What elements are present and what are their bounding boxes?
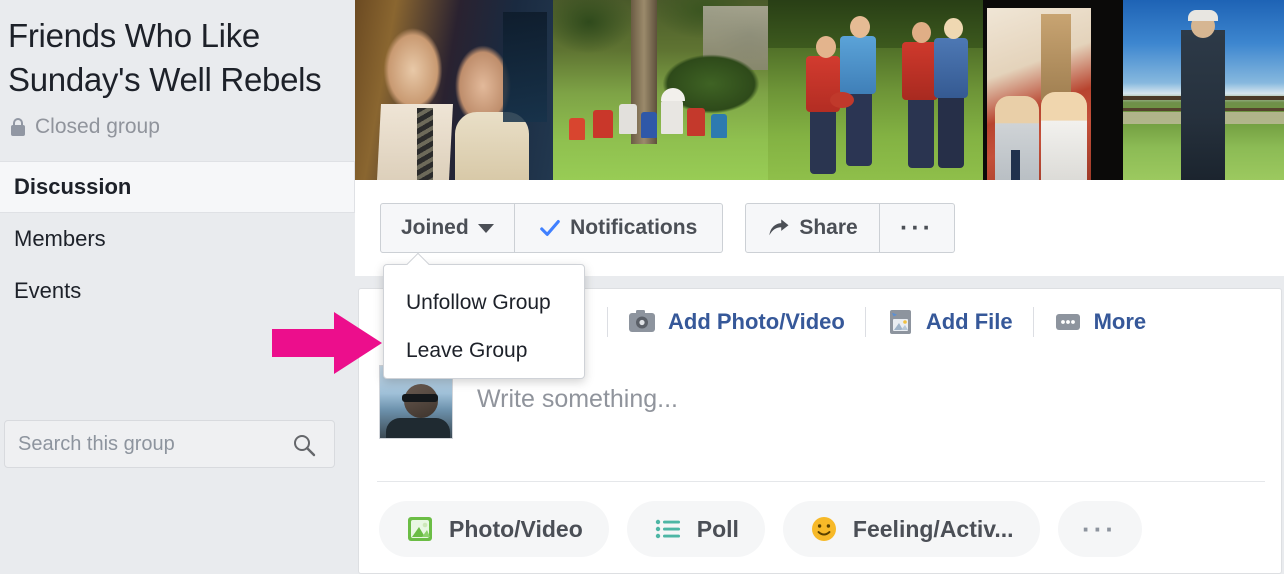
cover-photo-5[interactable] — [1123, 0, 1284, 180]
tab-more[interactable]: More — [1034, 302, 1167, 342]
pill-label: Feeling/Activ... — [852, 515, 1014, 542]
pill-photo-video[interactable]: Photo/Video — [379, 501, 609, 557]
joined-dropdown-menu: Unfollow Group Leave Group — [383, 252, 585, 379]
search-input[interactable] — [5, 421, 265, 467]
cover-photo-3[interactable] — [768, 0, 983, 180]
file-image-icon — [889, 310, 911, 334]
sidebar-item-members[interactable]: Members — [0, 213, 355, 265]
cover-photo-4[interactable] — [983, 0, 1123, 180]
membership-button-group: Joined Notifications — [380, 203, 723, 253]
composer-attachment-pills: Photo/Video Poll Feeling/Activ... ··· — [379, 501, 1142, 557]
share-button-group: Share ··· — [745, 203, 955, 253]
notifications-button[interactable]: Notifications — [514, 203, 723, 253]
tab-add-photo-video[interactable]: Add Photo/Video — [608, 302, 865, 342]
menu-item-label: Unfollow Group — [406, 291, 551, 314]
pill-feeling-activity[interactable]: Feeling/Activ... — [782, 501, 1040, 557]
group-privacy: Closed group — [0, 102, 355, 139]
tab-label: Add Photo/Video — [668, 309, 845, 334]
page-root: Friends Who Like Sunday's Well Rebels Cl… — [0, 0, 1284, 574]
joined-button[interactable]: Joined — [380, 203, 515, 253]
tab-add-file[interactable]: Add File — [866, 302, 1033, 342]
sidebar-item-label: Discussion — [14, 174, 132, 199]
sidebar-nav: Discussion Members Events — [0, 161, 355, 317]
page-title: Friends Who Like Sunday's Well Rebels — [8, 17, 322, 98]
chevron-down-icon — [477, 223, 494, 233]
camera-icon — [629, 310, 655, 332]
photo-icon — [408, 517, 432, 541]
pill-poll[interactable]: Poll — [626, 501, 765, 557]
group-action-bar: Joined Notifications Share ··· — [355, 180, 1284, 276]
sidebar-item-label: Events — [14, 278, 82, 303]
menu-item-label: Leave Group — [406, 339, 528, 362]
lock-icon — [10, 117, 26, 137]
share-button-label: Share — [799, 216, 858, 239]
menu-item-leave-group[interactable]: Leave Group — [384, 327, 584, 375]
pill-label: Poll — [696, 515, 739, 542]
sidebar-item-discussion[interactable]: Discussion — [0, 161, 355, 213]
sidebar-item-label: Members — [14, 226, 106, 251]
notifications-button-label: Notifications — [570, 216, 698, 239]
more-dots-icon: ··· — [1082, 514, 1118, 544]
poll-list-icon — [655, 519, 680, 539]
joined-button-label: Joined — [401, 216, 469, 239]
divider — [377, 481, 1265, 482]
group-sidebar: Friends Who Like Sunday's Well Rebels Cl… — [0, 0, 355, 574]
search-box[interactable] — [4, 420, 335, 468]
pill-more[interactable]: ··· — [1057, 501, 1142, 557]
more-dots-icon: ··· — [900, 214, 934, 242]
group-privacy-label: Closed group — [35, 115, 160, 138]
pill-label: Photo/Video — [449, 515, 583, 542]
post-input-placeholder[interactable]: Write something... — [477, 385, 678, 414]
tab-label: Add File — [925, 309, 1013, 334]
search-icon[interactable] — [292, 433, 316, 457]
cover-photo-1[interactable] — [355, 0, 553, 180]
sidebar-search — [4, 420, 335, 468]
cover-photo-collage[interactable] — [355, 0, 1284, 180]
cover-photo-2[interactable] — [553, 0, 768, 180]
check-icon — [540, 220, 560, 236]
tab-label: More — [1093, 309, 1147, 334]
more-dots-icon — [1055, 314, 1080, 330]
sidebar-item-events[interactable]: Events — [0, 265, 355, 317]
share-arrow-icon — [769, 219, 789, 236]
menu-item-unfollow-group[interactable]: Unfollow Group — [384, 279, 584, 327]
share-button[interactable]: Share — [745, 203, 880, 253]
more-options-button[interactable]: ··· — [880, 203, 955, 253]
smiley-icon — [811, 517, 836, 541]
